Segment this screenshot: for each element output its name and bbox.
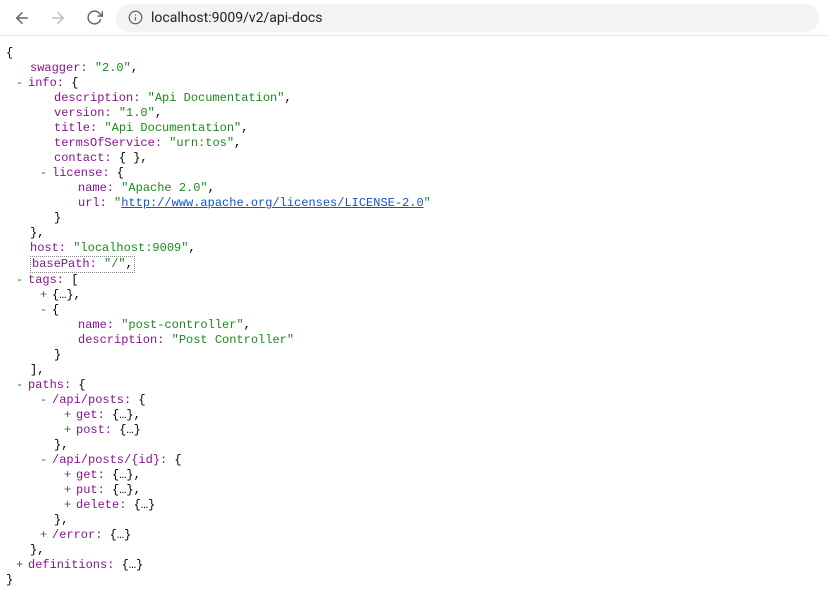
contact-key: contact: xyxy=(54,151,112,165)
postsid-get-key: get: xyxy=(76,468,105,482)
tag-desc-value: "Post Controller" xyxy=(172,333,294,347)
collapsed-tag-0[interactable]: {…} xyxy=(52,288,74,302)
toggle-postsid-put[interactable]: + xyxy=(64,483,76,498)
host-value: "localhost:9009" xyxy=(73,241,188,255)
reload-button[interactable] xyxy=(80,4,108,32)
toggle-tags[interactable]: - xyxy=(16,273,28,288)
basepath-value: "/" xyxy=(104,257,126,271)
info-icon xyxy=(128,10,143,25)
contact-value: { } xyxy=(119,151,141,165)
tos-value: "urn:tos" xyxy=(169,136,234,150)
toggle-tag-0[interactable]: + xyxy=(40,288,52,303)
posts-get-key: get: xyxy=(76,408,105,422)
tos-key: termsOfService: xyxy=(54,136,162,150)
arrow-left-icon xyxy=(13,9,31,27)
browser-toolbar: localhost:9009/v2/api-docs xyxy=(0,0,827,36)
license-url-key: url: xyxy=(78,196,107,210)
toggle-posts-post[interactable]: + xyxy=(64,423,76,438)
version-key: version: xyxy=(54,106,112,120)
postsid-delete-collapsed[interactable]: {…} xyxy=(134,498,156,512)
license-url-link[interactable]: http://www.apache.org/licenses/LICENSE-2… xyxy=(121,196,423,210)
license-name-value: "Apache 2.0" xyxy=(121,181,207,195)
tag-name-key: name: xyxy=(78,318,114,332)
back-button[interactable] xyxy=(8,4,36,32)
open-brace[interactable]: { xyxy=(6,46,13,60)
toggle-license[interactable]: - xyxy=(40,166,52,181)
error-collapsed[interactable]: {…} xyxy=(110,528,132,542)
tags-key: tags: xyxy=(28,273,64,287)
swagger-key: swagger: xyxy=(30,61,88,75)
posts-post-collapsed[interactable]: {…} xyxy=(119,423,141,437)
info-key: info: xyxy=(28,76,64,90)
toggle-posts-get[interactable]: + xyxy=(64,408,76,423)
path-posts-id-key: /api/posts/{id}: xyxy=(52,453,167,467)
arrow-right-icon xyxy=(49,9,67,27)
toggle-error[interactable]: + xyxy=(40,528,52,543)
posts-post-key: post: xyxy=(76,423,112,437)
toggle-tag-1[interactable]: - xyxy=(40,303,52,318)
toggle-info[interactable]: - xyxy=(16,76,28,91)
swagger-value: "2.0" xyxy=(95,61,131,75)
basepath-highlight: basePath: "/", xyxy=(30,256,135,273)
toggle-postsid-get[interactable]: + xyxy=(64,468,76,483)
toggle-definitions[interactable]: + xyxy=(16,558,28,573)
postsid-get-collapsed[interactable]: {…} xyxy=(112,468,134,482)
toggle-postsid-delete[interactable]: + xyxy=(64,498,76,513)
title-value: "Api Documentation" xyxy=(104,121,241,135)
description-value: "Api Documentation" xyxy=(148,91,285,105)
postsid-put-collapsed[interactable]: {…} xyxy=(112,483,134,497)
toggle-paths[interactable]: - xyxy=(16,378,28,393)
url-text: localhost:9009/v2/api-docs xyxy=(151,10,807,26)
definitions-key: definitions: xyxy=(28,558,114,572)
tag-name-value: "post-controller" xyxy=(121,318,243,332)
license-name-key: name: xyxy=(78,181,114,195)
forward-button[interactable] xyxy=(44,4,72,32)
definitions-collapsed[interactable]: {…} xyxy=(122,558,144,572)
title-key: title: xyxy=(54,121,97,135)
posts-get-collapsed[interactable]: {…} xyxy=(112,408,134,422)
toggle-posts[interactable]: - xyxy=(40,393,52,408)
path-posts-key: /api/posts: xyxy=(52,393,131,407)
toggle-posts-id[interactable]: - xyxy=(40,453,52,468)
host-key: host: xyxy=(30,241,66,255)
version-value: "1.0" xyxy=(119,106,155,120)
close-brace: } xyxy=(54,211,61,225)
postsid-put-key: put: xyxy=(76,483,105,497)
basepath-key: basePath: xyxy=(32,257,97,271)
address-bar[interactable]: localhost:9009/v2/api-docs xyxy=(116,4,819,32)
reload-icon xyxy=(86,9,103,26)
json-viewer: { swagger: "2.0", -info: { description: … xyxy=(0,36,827,608)
license-key: license: xyxy=(52,166,110,180)
postsid-delete-key: delete: xyxy=(76,498,126,512)
tag-desc-key: description: xyxy=(78,333,164,347)
description-key: description: xyxy=(54,91,140,105)
error-key: /error: xyxy=(52,528,102,542)
paths-key: paths: xyxy=(28,378,71,392)
close-brace-root: } xyxy=(6,573,13,587)
